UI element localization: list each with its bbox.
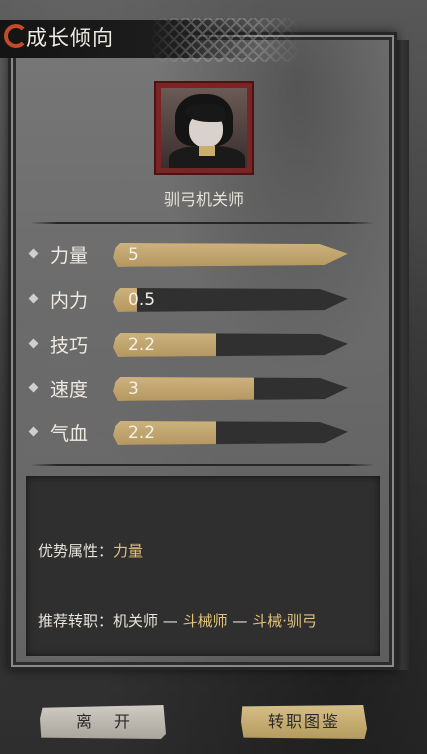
stat-label: 力量 [50,245,89,267]
title-emblem-icon [4,24,28,48]
stat-value: 5 [128,245,139,265]
stat-value: 2.2 [128,335,156,355]
title-pattern-decoration [150,18,300,62]
stat-label: 速度 [50,379,89,401]
portrait-collar [199,146,215,156]
stat-label: 内力 [50,290,89,312]
character-name: 驯弓机关师 [163,190,244,209]
diamond-icon [28,382,39,393]
stat-row: 内力 0.5 [28,283,370,315]
advantage-label: 优势属性： [38,542,114,560]
stat-value: 0.5 [128,290,156,310]
stat-value: 3 [128,379,139,399]
path-separator: — [227,612,253,630]
stat-row: 气血 2.2 [28,416,370,448]
path-mid: 斗械师 [182,612,228,630]
stat-label: 技巧 [50,335,89,357]
path-separator: — [158,612,183,630]
diamond-icon [28,248,39,259]
stat-value: 2.2 [128,423,156,443]
character-portrait[interactable] [154,81,254,175]
divider-bottom [30,464,375,466]
info-box: 优势属性：力量 推荐转职：机关师 — 斗械师 — 斗械·驯弓 [26,476,380,656]
recommend-line: 推荐转职：机关师 — 斗械师 — 斗械·驯弓 [38,610,317,631]
advantage-line: 优势属性：力量 [38,540,143,561]
recommend-label: 推荐转职： [38,612,114,630]
stat-label: 气血 [50,423,89,445]
stat-row: 速度 3 [28,372,370,404]
diamond-icon [28,426,39,437]
diamond-icon [28,293,39,304]
stat-row: 力量 5 [28,238,370,270]
stat-row: 技巧 2.2 [28,328,370,360]
path-end: 斗械·驯弓 [252,612,317,630]
portrait-image [161,88,247,168]
advantage-value: 力量 [113,542,144,560]
leave-button-label: 离开 [75,712,152,731]
diamond-icon [28,338,39,349]
divider-top [30,222,375,224]
page-title: 成长倾向 [26,26,114,50]
stat-bar-fill [113,243,348,267]
path-start: 机关师 [113,612,159,630]
class-guide-button[interactable]: 转职图鉴 [241,705,367,739]
stat-bar [113,243,348,267]
class-guide-button-label: 转职图鉴 [267,712,340,731]
leave-button[interactable]: 离开 [40,705,166,739]
stat-bar [113,377,348,401]
